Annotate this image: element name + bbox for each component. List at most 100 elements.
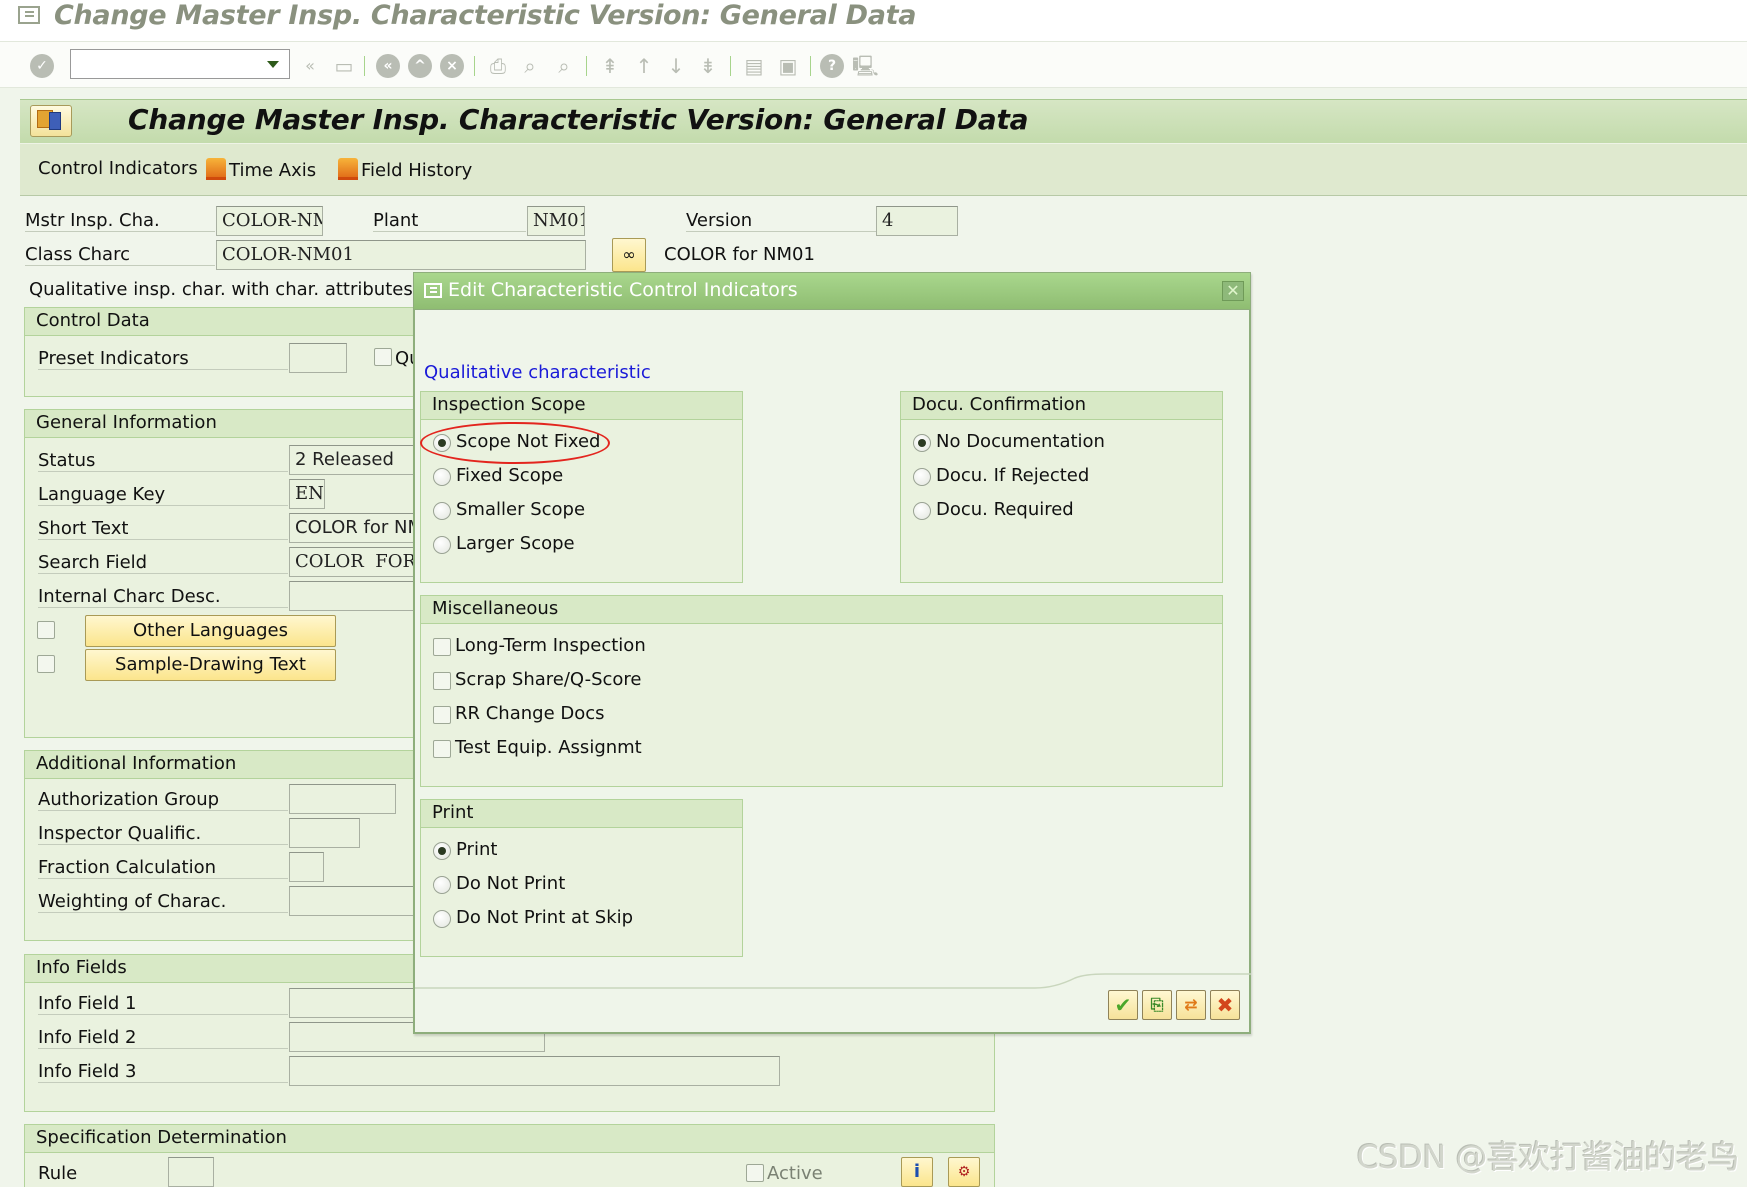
mstr-insp-cha-label: Mstr Insp. Cha. bbox=[25, 210, 215, 232]
cancel-button[interactable]: ✖ bbox=[1210, 990, 1240, 1020]
chevron-down-icon[interactable] bbox=[267, 61, 279, 68]
last-page-icon[interactable]: ⇟ bbox=[696, 54, 720, 78]
mstr-insp-cha-field[interactable]: COLOR-NM bbox=[216, 206, 323, 236]
internal-charc-desc-label: Internal Charc Desc. bbox=[38, 586, 288, 608]
previous-page-icon[interactable]: ↑ bbox=[632, 54, 656, 78]
smaller-scope-radio[interactable] bbox=[433, 502, 451, 520]
test-equip-assignmt-label: Test Equip. Assignmt bbox=[455, 737, 642, 758]
cancel-x-icon: ✖ bbox=[1216, 993, 1234, 1017]
rule-field[interactable] bbox=[168, 1157, 214, 1187]
sample-drawing-checkbox[interactable] bbox=[37, 655, 55, 673]
preset-indicators-field[interactable] bbox=[289, 343, 347, 373]
docu-confirmation-title: Docu. Confirmation bbox=[901, 392, 1222, 420]
confirm-button[interactable]: ✔ bbox=[1108, 990, 1138, 1020]
fraction-calculation-field[interactable] bbox=[289, 852, 324, 882]
new-session-icon[interactable]: ▤ bbox=[742, 54, 766, 78]
scrap-share-label: Scrap Share/Q-Score bbox=[455, 669, 642, 690]
close-icon[interactable]: ✕ bbox=[1222, 281, 1244, 301]
save-icon[interactable]: ▭ bbox=[332, 54, 356, 78]
docu-if-rejected-radio[interactable] bbox=[913, 468, 931, 486]
print-radio[interactable] bbox=[433, 842, 451, 860]
cancel-icon[interactable]: × bbox=[440, 54, 464, 78]
copy-button[interactable]: ⎘ bbox=[1142, 990, 1172, 1020]
layout-icon[interactable]: 🖳 bbox=[852, 54, 879, 78]
fraction-calculation-label: Fraction Calculation bbox=[38, 857, 288, 879]
exit-icon[interactable]: ^ bbox=[408, 54, 432, 78]
hierarchy-icon: ⚙ bbox=[957, 1164, 971, 1180]
other-languages-checkbox[interactable] bbox=[37, 621, 55, 639]
do-not-print-at-skip-radio[interactable] bbox=[433, 910, 451, 928]
dialog-edit-icon bbox=[424, 283, 442, 298]
inspector-qualific-field[interactable] bbox=[289, 818, 360, 848]
search-field-label: Search Field bbox=[38, 552, 288, 574]
field-history-icon bbox=[338, 158, 358, 180]
test-equip-assignmt-checkbox[interactable] bbox=[433, 740, 451, 758]
active-label: Active bbox=[767, 1163, 823, 1184]
back-nav-icon[interactable]: « bbox=[376, 54, 400, 78]
control-indicators-button[interactable]: Control Indicators bbox=[38, 158, 198, 179]
checkmark-icon: ✔ bbox=[1114, 993, 1132, 1017]
back-icon[interactable]: « bbox=[298, 54, 322, 78]
transfer-button[interactable]: ⇄ bbox=[1176, 990, 1206, 1020]
info-field-3-input[interactable] bbox=[289, 1056, 780, 1086]
other-languages-button[interactable]: Other Languages bbox=[85, 615, 336, 647]
class-charc-detail-button[interactable]: ∞ bbox=[612, 238, 646, 272]
shortcut-icon[interactable]: ▣ bbox=[776, 54, 800, 78]
enter-icon[interactable]: ✓ bbox=[30, 54, 54, 78]
next-page-icon[interactable]: ↓ bbox=[664, 54, 688, 78]
specification-determination-group: Specification Determination Rule Active … bbox=[24, 1124, 995, 1187]
class-charc-field[interactable]: COLOR-NM01 bbox=[216, 240, 586, 270]
authorization-group-field[interactable] bbox=[289, 784, 396, 814]
inspection-scope-title: Inspection Scope bbox=[421, 392, 742, 420]
find-icon[interactable]: ⌕ bbox=[518, 54, 542, 78]
dialog-footer-divider bbox=[415, 973, 1251, 989]
preset-indicators-label: Preset Indicators bbox=[38, 348, 288, 370]
no-documentation-radio[interactable] bbox=[913, 434, 931, 452]
info-button[interactable]: i bbox=[901, 1157, 933, 1187]
long-term-inspection-checkbox[interactable] bbox=[433, 638, 451, 656]
window-menu-icon[interactable] bbox=[18, 6, 40, 24]
long-term-inspection-label: Long-Term Inspection bbox=[455, 635, 646, 656]
miscellaneous-title: Miscellaneous bbox=[421, 596, 1222, 624]
time-axis-icon bbox=[206, 158, 226, 180]
spec-settings-button[interactable]: ⚙ bbox=[948, 1157, 980, 1187]
copy-document-icon: ⎘ bbox=[1150, 995, 1164, 1014]
rr-change-docs-checkbox[interactable] bbox=[433, 706, 451, 724]
dialog-title: Edit Characteristic Control Indicators bbox=[448, 279, 798, 301]
do-not-print-radio[interactable] bbox=[433, 876, 451, 894]
scrap-share-checkbox[interactable] bbox=[433, 672, 451, 690]
larger-scope-radio[interactable] bbox=[433, 536, 451, 554]
qualitative-checkbox[interactable] bbox=[374, 348, 392, 366]
specification-determination-title: Specification Determination bbox=[25, 1125, 994, 1153]
rule-label: Rule bbox=[38, 1163, 78, 1184]
class-charc-description: COLOR for NM01 bbox=[664, 244, 815, 265]
command-field[interactable] bbox=[70, 49, 290, 79]
glasses-icon: ∞ bbox=[622, 245, 636, 264]
help-icon[interactable]: ? bbox=[820, 54, 844, 78]
miscellaneous-group: Miscellaneous Long-Term Inspection Scrap… bbox=[420, 595, 1223, 787]
field-history-button[interactable]: Field History bbox=[338, 158, 472, 181]
print-icon[interactable]: ⎙ bbox=[486, 54, 510, 78]
version-field[interactable]: 4 bbox=[876, 206, 958, 236]
plant-field[interactable]: NM01 bbox=[527, 206, 585, 236]
time-axis-button[interactable]: Time Axis bbox=[206, 158, 316, 181]
find-next-icon[interactable]: ⌕ bbox=[552, 54, 576, 78]
inspection-scope-group: Inspection Scope Scope Not Fixed Fixed S… bbox=[420, 391, 743, 583]
info-icon: i bbox=[913, 1161, 921, 1182]
info-field-3-label: Info Field 3 bbox=[38, 1061, 288, 1083]
dialog-title-bar[interactable]: Edit Characteristic Control Indicators ✕ bbox=[413, 272, 1251, 310]
active-checkbox[interactable] bbox=[746, 1164, 764, 1182]
docu-required-radio[interactable] bbox=[913, 502, 931, 520]
larger-scope-label: Larger Scope bbox=[456, 533, 575, 554]
fixed-scope-radio[interactable] bbox=[433, 468, 451, 486]
status-label: Status bbox=[38, 450, 288, 472]
print-title: Print bbox=[421, 800, 742, 828]
info-field-2-label: Info Field 2 bbox=[38, 1027, 288, 1049]
smaller-scope-label: Smaller Scope bbox=[456, 499, 586, 520]
first-page-icon[interactable]: ⇞ bbox=[598, 54, 622, 78]
screen-menu-button[interactable] bbox=[30, 105, 72, 137]
system-toolbar: ✓ « ▭ « ^ × ⎙ ⌕ ⌕ ⇞ ↑ ↓ ⇟ ▤ ▣ ? 🖳 bbox=[0, 42, 1747, 88]
sample-drawing-text-button[interactable]: Sample-Drawing Text bbox=[85, 649, 336, 681]
language-key-field[interactable]: EN bbox=[289, 479, 325, 509]
inspector-qualific-label: Inspector Qualific. bbox=[38, 823, 288, 845]
